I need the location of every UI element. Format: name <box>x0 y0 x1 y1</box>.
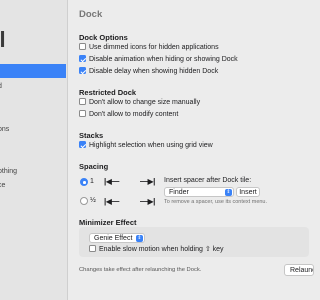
spacing-heading: Spacing <box>79 162 109 171</box>
option-label: Don't allow to modify content <box>89 111 179 118</box>
expand-spacing-half-icon: —▶| <box>140 197 155 206</box>
minimizer-effect-value: Genie Effect <box>94 235 133 242</box>
sidebar-item-label: othing <box>0 168 18 175</box>
app-title: ol <box>0 27 6 52</box>
main-panel: Dock Dock Options Use dimmed icons for h… <box>68 0 314 300</box>
checkbox[interactable] <box>79 110 86 117</box>
option-disable-delay[interactable]: Disable delay when showing hidden Dock <box>79 67 218 77</box>
chevron-updown-icon: ⇕ <box>136 235 143 242</box>
dock-tile-select[interactable]: Finder ⇕ <box>164 187 234 197</box>
option-dimmed-icons[interactable]: Use dimmed icons for hidden applications <box>79 43 219 53</box>
option-label: Enable slow motion when holding ⇧ key <box>99 246 224 253</box>
option-no-resize[interactable]: Don't allow to change size manually <box>79 98 200 108</box>
option-highlight-selection[interactable]: Highlight selection when using grid view <box>79 141 213 151</box>
minimizer-heading: Minimizer Effect <box>79 218 137 227</box>
sidebar-item-label: ons <box>0 126 10 133</box>
sidebar-item-label: ce <box>0 182 6 189</box>
sidebar-item-2[interactable]: ons <box>0 123 66 137</box>
sidebar-item-3[interactable]: othing <box>0 165 66 179</box>
minimizer-effect-select[interactable]: Genie Effect ⇕ <box>89 233 145 243</box>
spacing-1-radio[interactable] <box>80 178 88 186</box>
shrink-spacing-icon: |◀— <box>104 177 119 186</box>
option-label: Disable delay when showing hidden Dock <box>89 68 219 75</box>
option-label: Use dimmed icons for hidden applications <box>89 44 219 51</box>
restricted-dock-heading: Restricted Dock <box>79 88 137 97</box>
spacing-half-radio[interactable] <box>80 197 88 205</box>
footer-note: Changes take effect after relaunching th… <box>79 267 202 273</box>
stacks-heading: Stacks <box>79 131 104 140</box>
relaunch-dock-button[interactable]: Relaunch Dock <box>284 264 314 276</box>
sidebar-item-label: d <box>0 83 2 90</box>
shrink-spacing-half-icon: |◀— <box>104 197 119 206</box>
sidebar-item-1[interactable]: d <box>0 80 66 94</box>
checkbox-checked[interactable] <box>79 67 86 74</box>
option-no-modify[interactable]: Don't allow to modify content <box>79 110 178 120</box>
option-label: Highlight selection when using grid view <box>89 142 213 149</box>
page-title: Dock <box>79 9 103 20</box>
insert-spacer-label: Insert spacer after Dock tile: <box>164 177 252 184</box>
sidebar-item-4[interactable]: ce <box>0 179 66 193</box>
sidebar-item-dock[interactable] <box>0 64 66 78</box>
option-label: Don't allow to change size manually <box>89 99 201 106</box>
dock-options-heading: Dock Options <box>79 33 128 42</box>
spacing-1-label: 1 <box>90 178 94 185</box>
expand-spacing-icon: —▶| <box>140 177 155 186</box>
spacer-hint: To remove a spacer, use its context menu… <box>164 199 268 205</box>
dock-tile-select-value: Finder <box>169 189 189 196</box>
checkbox[interactable] <box>89 245 96 252</box>
option-slow-motion[interactable]: Enable slow motion when holding ⇧ key <box>89 245 224 255</box>
chevron-updown-icon: ⇕ <box>225 189 232 196</box>
checkbox-checked[interactable] <box>79 141 86 148</box>
checkbox[interactable] <box>79 98 86 105</box>
option-disable-animation[interactable]: Disable animation when hiding or showing… <box>79 55 238 65</box>
spacing-half-label: ½ <box>90 197 96 204</box>
checkbox-checked[interactable] <box>79 55 86 62</box>
checkbox[interactable] <box>79 43 86 50</box>
insert-button[interactable]: Insert <box>236 187 260 197</box>
sidebar: ol d ons othing ce <box>0 0 68 300</box>
option-label: Disable animation when hiding or showing… <box>89 56 238 63</box>
